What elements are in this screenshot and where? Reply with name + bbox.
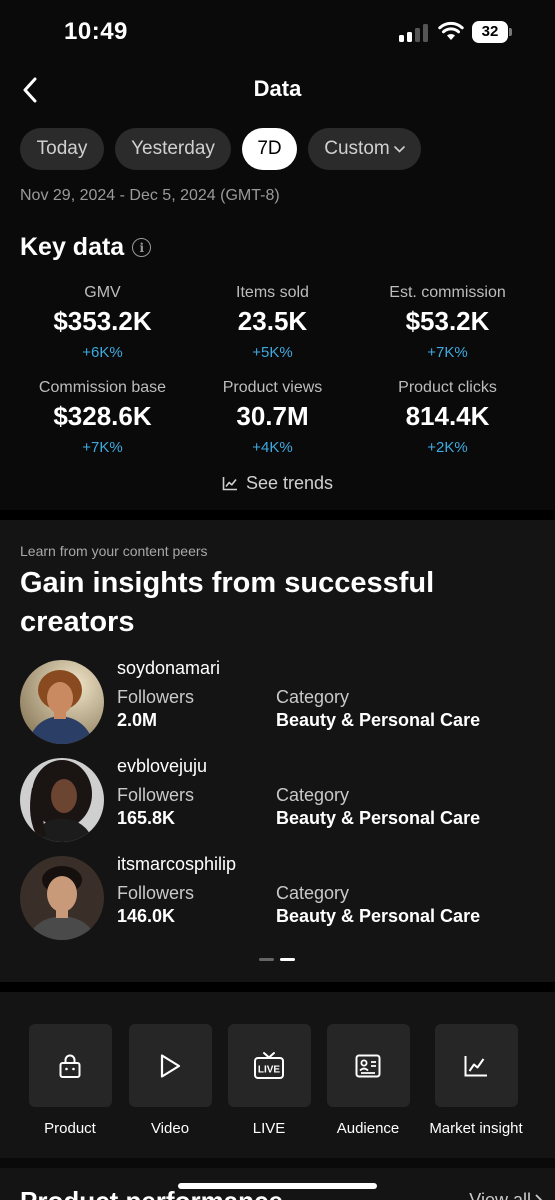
metric-label: Product views: [222, 379, 323, 396]
key-data-title: Key data: [20, 233, 125, 261]
filter-custom[interactable]: Custom: [308, 128, 421, 170]
metric-label: Est. commission: [389, 284, 506, 301]
metric-est-commission[interactable]: Est. commission $53.2K +7K%: [340, 284, 555, 364]
page-title: Data: [253, 76, 302, 101]
id-card-icon: [355, 1054, 381, 1077]
followers-value: 146.0K: [117, 906, 176, 926]
live-tv-icon: LIVE: [254, 1051, 284, 1079]
tool-audience-button[interactable]: Audience: [318, 1024, 418, 1137]
metric-value: $328.6K: [53, 401, 152, 431]
followers-value: 2.0M: [117, 710, 158, 730]
view-all-label: View all: [469, 1190, 531, 1200]
tool-live-button[interactable]: LIVE LIVE: [219, 1024, 319, 1137]
metric-product-clicks[interactable]: Product clicks 814.4K +2K%: [340, 379, 555, 459]
metric-value: $53.2K: [405, 306, 490, 336]
metric-change: +7K%: [427, 344, 468, 361]
metric-label: Items sold: [236, 284, 309, 301]
pager-dot-active[interactable]: [280, 958, 295, 961]
see-trends-label: See trends: [245, 473, 334, 493]
wifi-icon: [438, 21, 464, 40]
date-filter-tabs: Today Yesterday 7D Custom: [20, 128, 421, 170]
tool-label: Product: [44, 1120, 96, 1137]
trend-chart-icon: [222, 477, 237, 491]
section-divider: [0, 982, 555, 992]
tool-market-insight-button[interactable]: Market insight: [426, 1024, 526, 1137]
tool-label: Audience: [336, 1120, 400, 1137]
status-bar: 10:49 32: [0, 0, 555, 62]
battery-icon: 32: [472, 21, 512, 43]
battery-level: 32: [472, 21, 508, 43]
filter-custom-label: Custom: [324, 138, 390, 159]
tool-label: Video: [150, 1120, 190, 1137]
view-all-link[interactable]: View all: [469, 1190, 543, 1200]
tool-product-button[interactable]: Product: [20, 1024, 120, 1137]
play-icon: [160, 1053, 181, 1078]
creator-card[interactable]: itsmarcosphilip Followers 146.0K Categor…: [20, 854, 540, 940]
metric-change: +7K%: [82, 439, 123, 456]
status-time: 10:49: [64, 18, 128, 45]
section-divider: [0, 510, 555, 520]
metric-change: +5K%: [252, 344, 293, 361]
chevron-down-icon: [393, 145, 405, 153]
carousel-pager: [259, 958, 295, 961]
avatar: [20, 660, 104, 744]
avatar: [20, 758, 104, 842]
metric-value: 814.4K: [405, 401, 490, 431]
metric-label: Product clicks: [398, 379, 497, 396]
shopping-bag-icon: [59, 1054, 81, 1078]
filter-today[interactable]: Today: [20, 128, 104, 170]
followers-label: Followers: [117, 883, 195, 903]
metric-value: $353.2K: [53, 306, 152, 336]
avatar: [20, 856, 104, 940]
creator-card[interactable]: evblovejuju Followers 165.8K Category Be…: [20, 756, 540, 842]
chevron-right-icon: [535, 1193, 543, 1200]
followers-label: Followers: [117, 785, 195, 805]
category-label: Category: [276, 687, 350, 707]
metric-label: Commission base: [38, 379, 167, 396]
tool-video-button[interactable]: Video: [120, 1024, 220, 1137]
cellular-signal-icon: [399, 24, 429, 42]
category-value: Beauty & Personal Care: [276, 710, 481, 730]
svg-text:LIVE: LIVE: [258, 1064, 281, 1075]
see-trends-button[interactable]: See trends: [0, 473, 555, 494]
line-chart-icon: [464, 1055, 487, 1076]
info-icon[interactable]: i: [132, 238, 152, 257]
peers-subtitle: Learn from your content peers: [20, 543, 208, 559]
tool-label: LIVE: [252, 1120, 286, 1137]
metric-value: 23.5K: [237, 306, 308, 336]
category-value: Beauty & Personal Care: [276, 808, 481, 828]
analytics-tools: Product Video LIVE LIVE Audience Market …: [0, 992, 555, 1158]
tool-label: Market insight: [429, 1120, 523, 1137]
creator-name: itsmarcosphilip: [117, 854, 237, 874]
metric-product-views[interactable]: Product views 30.7M +4K%: [205, 379, 340, 459]
metric-gmv[interactable]: GMV $353.2K +6K%: [0, 284, 205, 364]
peers-title: Gain insights from successful creators: [20, 567, 435, 638]
creator-card[interactable]: soydonamari Followers 2.0M Category Beau…: [20, 658, 540, 744]
filter-yesterday[interactable]: Yesterday: [115, 128, 231, 170]
metric-commission-base[interactable]: Commission base $328.6K +7K%: [0, 379, 205, 459]
category-value: Beauty & Personal Care: [276, 906, 481, 926]
followers-label: Followers: [117, 687, 195, 707]
category-label: Category: [276, 883, 350, 903]
home-indicator[interactable]: [178, 1183, 377, 1189]
pager-dot[interactable]: [259, 958, 274, 961]
category-label: Category: [276, 785, 350, 805]
metric-change: +2K%: [427, 439, 468, 456]
filter-7d[interactable]: 7D: [242, 128, 297, 170]
content-peers-section: Learn from your content peers Gain insig…: [0, 520, 555, 982]
metric-change: +4K%: [252, 439, 293, 456]
metric-label: GMV: [84, 284, 121, 301]
nav-bar: Data: [0, 66, 555, 114]
date-range: Nov 29, 2024 - Dec 5, 2024 (GMT-8): [20, 187, 280, 204]
creator-name: soydonamari: [117, 658, 221, 678]
metric-value: 30.7M: [236, 401, 309, 431]
metric-change: +6K%: [82, 344, 123, 361]
followers-value: 165.8K: [117, 808, 176, 828]
key-data-heading: Key data i: [20, 233, 152, 262]
key-metrics-grid: GMV $353.2K +6K% Items sold 23.5K +5K% E…: [0, 284, 555, 459]
metric-items-sold[interactable]: Items sold 23.5K +5K%: [205, 284, 340, 364]
creator-name: evblovejuju: [117, 756, 208, 776]
